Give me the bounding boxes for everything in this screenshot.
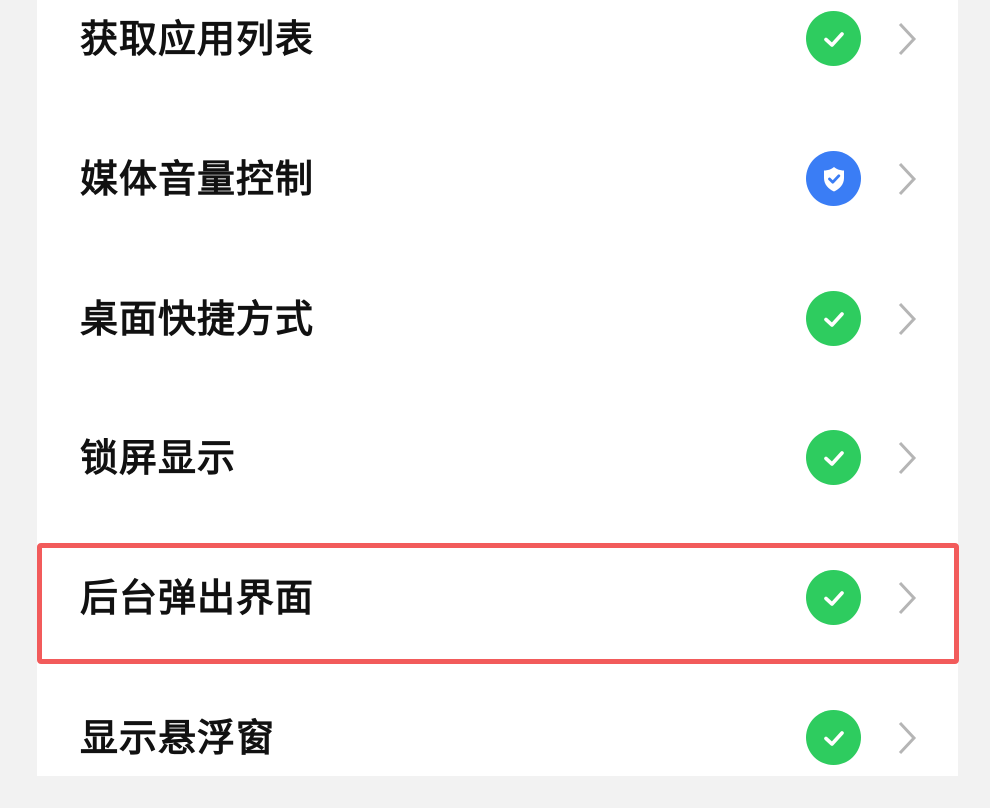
permission-item-background-popup[interactable]: 后台弹出界面	[37, 528, 958, 668]
permission-label: 锁屏显示	[80, 436, 237, 480]
permission-label: 显示悬浮窗	[80, 716, 276, 760]
chevron-right-icon	[896, 161, 918, 197]
chevron-right-icon	[896, 440, 918, 476]
chevron-right-icon	[896, 301, 918, 337]
permissions-list: 获取应用列表 媒体音量控制 桌面快捷方式 锁屏显示 后台弹出界面 显示悬浮窗	[37, 0, 958, 776]
permission-item-desktop-shortcut[interactable]: 桌面快捷方式	[37, 249, 958, 389]
shield-check-icon	[806, 151, 861, 206]
permission-label: 桌面快捷方式	[80, 297, 315, 341]
chevron-right-icon	[896, 21, 918, 57]
check-icon	[806, 710, 861, 765]
permission-item-lock-screen-display[interactable]: 锁屏显示	[37, 388, 958, 528]
permission-item-media-volume[interactable]: 媒体音量控制	[37, 109, 958, 249]
permission-label: 媒体音量控制	[80, 157, 315, 201]
check-icon	[806, 570, 861, 625]
permission-item-get-app-list[interactable]: 获取应用列表	[37, 0, 958, 109]
chevron-right-icon	[896, 720, 918, 756]
permission-item-floating-window[interactable]: 显示悬浮窗	[37, 668, 958, 808]
check-icon	[806, 291, 861, 346]
check-icon	[806, 11, 861, 66]
chevron-right-icon	[896, 580, 918, 616]
permission-label: 获取应用列表	[80, 17, 315, 61]
check-icon	[806, 430, 861, 485]
permission-label: 后台弹出界面	[80, 576, 315, 620]
